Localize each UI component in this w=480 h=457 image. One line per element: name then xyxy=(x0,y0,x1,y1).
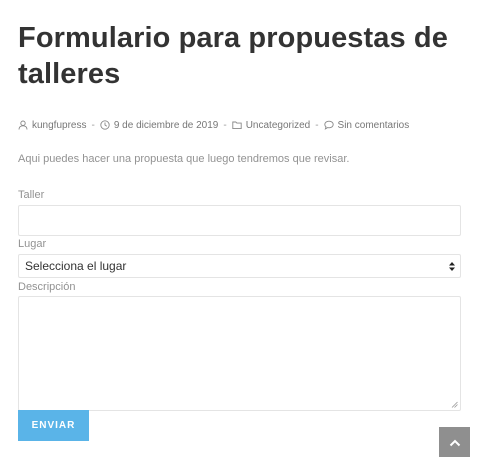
category-link[interactable]: Uncategorized xyxy=(246,120,310,131)
meta-separator: - xyxy=(223,119,227,131)
descripcion-textarea[interactable] xyxy=(18,296,461,411)
taller-label: Taller xyxy=(18,189,45,201)
clock-icon xyxy=(100,120,110,130)
meta-separator: - xyxy=(91,119,95,131)
taller-input[interactable] xyxy=(18,205,461,236)
meta-separator: - xyxy=(315,119,319,131)
lugar-label: Lugar xyxy=(18,238,47,250)
lugar-selected-value: Selecciona el lugar xyxy=(25,259,127,273)
author-link[interactable]: kungfupress xyxy=(32,120,86,131)
lugar-select[interactable]: Selecciona el lugar xyxy=(18,254,461,278)
comments-link[interactable]: Sin comentarios xyxy=(338,120,410,131)
page-title: Formulario para propuestas de talleres xyxy=(18,22,448,90)
scroll-top-button[interactable] xyxy=(439,427,470,457)
descripcion-label: Descripción xyxy=(18,281,76,293)
comment-icon xyxy=(323,120,334,130)
chevron-up-icon xyxy=(449,439,460,447)
meta-date: 9 de diciembre de 2019 xyxy=(100,119,219,131)
meta-comments[interactable]: Sin comentarios xyxy=(323,120,410,131)
resize-grip-icon[interactable] xyxy=(451,401,458,408)
submit-button[interactable]: ENVIAR xyxy=(18,410,89,441)
post-date: 9 de diciembre de 2019 xyxy=(113,119,219,131)
user-icon xyxy=(18,120,28,130)
meta-category[interactable]: Uncategorized xyxy=(232,120,310,131)
meta-author[interactable]: kungfupress xyxy=(18,120,86,131)
post-meta: kungfupress - 9 de diciembre de 2019 - U… xyxy=(18,118,409,132)
folder-icon xyxy=(232,121,242,130)
intro-text: Aqui puedes hacer una propuesta que lueg… xyxy=(18,153,350,165)
select-arrows-icon xyxy=(449,262,455,271)
